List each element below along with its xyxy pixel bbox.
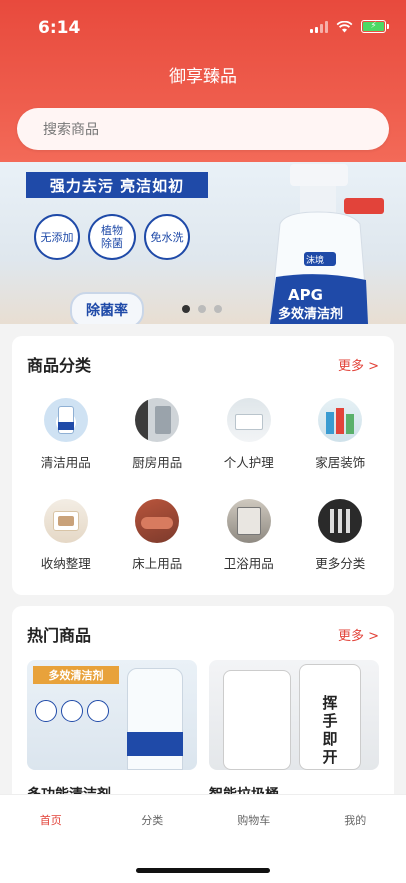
- svg-text:多效清洁剂: 多效清洁剂: [278, 306, 343, 322]
- banner-badge: 免水洗: [144, 214, 190, 260]
- category-item-kitchen[interactable]: 厨房用品: [112, 398, 204, 471]
- home-indicator[interactable]: [136, 868, 270, 873]
- category-more-link[interactable]: 更多 >: [338, 355, 379, 374]
- category-item-bedding[interactable]: 床上用品: [112, 499, 204, 572]
- category-label: 收纳整理: [40, 556, 91, 571]
- page-title: 御享臻品: [169, 67, 237, 87]
- banner-tag: 除菌率: [70, 292, 144, 324]
- category-item-more[interactable]: 更多分类: [295, 499, 387, 572]
- banner-slogan: 强力去污 亮洁如初: [26, 172, 208, 198]
- category-label: 更多分类: [315, 556, 366, 571]
- storage-icon: [43, 499, 88, 543]
- category-item-bathroom[interactable]: 卫浴用品: [203, 499, 295, 572]
- category-label: 清洁用品: [40, 455, 91, 470]
- kitchen-products-icon: [135, 398, 180, 442]
- product-card[interactable]: 多效清洁剂 多功能清洁剂: [27, 660, 197, 804]
- carousel-dot[interactable]: [214, 305, 222, 313]
- category-label: 家居装饰: [315, 455, 366, 470]
- hot-products-section: 热门商品 更多 > 多效清洁剂 多功能清洁剂 挥手即开 智能垃圾桶: [12, 606, 394, 806]
- banner-badge: 植物除菌: [88, 214, 136, 260]
- tab-home[interactable]: 首页: [0, 812, 102, 828]
- category-item-storage[interactable]: 收纳整理: [20, 499, 112, 572]
- header: 6:14 ⚡ 御享臻品 搜索商品: [0, 0, 406, 162]
- wifi-icon: [336, 20, 353, 32]
- banner-badge: 无添加: [34, 214, 80, 260]
- product-image-text: 挥手即开: [322, 694, 338, 766]
- category-label: 床上用品: [132, 556, 183, 571]
- bathroom-icon: [226, 499, 271, 543]
- status-bar: 6:14 ⚡: [0, 0, 406, 52]
- tab-profile[interactable]: 我的: [305, 812, 406, 828]
- tab-category[interactable]: 分类: [102, 812, 204, 828]
- section-title: 商品分类: [27, 356, 92, 375]
- cellular-signal-icon: [310, 20, 328, 33]
- battery-charging-icon: ⚡: [361, 20, 389, 33]
- product-list: 多效清洁剂 多功能清洁剂 挥手即开 智能垃圾桶: [27, 660, 379, 804]
- spray-bottle-image: 沫境 APG 多效清洁剂: [269, 164, 384, 324]
- personal-care-icon: [226, 398, 271, 442]
- status-time: 6:14: [38, 18, 81, 38]
- category-label: 个人护理: [223, 455, 274, 470]
- category-item-cleaning[interactable]: 清洁用品: [20, 398, 112, 471]
- category-item-home-decor[interactable]: 家居装饰: [295, 398, 387, 471]
- product-image: 挥手即开: [209, 660, 379, 770]
- product-card[interactable]: 挥手即开 智能垃圾桶: [209, 660, 379, 804]
- carousel-indicator[interactable]: [182, 305, 222, 313]
- search-input[interactable]: 搜索商品: [17, 108, 389, 150]
- carousel-dot[interactable]: [198, 305, 206, 313]
- promo-banner[interactable]: 强力去污 亮洁如初 无添加 植物除菌 免水洗 除菌率 沫境 APG 多效清洁剂: [0, 162, 406, 324]
- category-item-personal-care[interactable]: 个人护理: [203, 398, 295, 471]
- tab-cart[interactable]: 购物车: [203, 812, 305, 828]
- category-section: 商品分类 更多 > 清洁用品 厨房用品 个人护理 家居装饰 收纳整理 床上用品 …: [12, 336, 394, 595]
- category-grid: 清洁用品 厨房用品 个人护理 家居装饰 收纳整理 床上用品 卫浴用品 更多分类: [20, 398, 386, 572]
- tab-list: 首页 分类 购物车 我的: [0, 795, 406, 845]
- carousel-dot[interactable]: [182, 305, 190, 313]
- product-image-text: 多效清洁剂: [33, 666, 119, 684]
- product-image: 多效清洁剂: [27, 660, 197, 770]
- category-label: 厨房用品: [132, 455, 183, 470]
- bedding-icon: [135, 499, 180, 543]
- category-header: 商品分类 更多 >: [27, 352, 379, 376]
- category-label: 卫浴用品: [223, 556, 274, 571]
- section-title: 热门商品: [27, 626, 92, 645]
- svg-text:APG: APG: [288, 286, 323, 304]
- cleaning-products-icon: [43, 398, 88, 442]
- svg-text:沫境: 沫境: [306, 254, 324, 266]
- more-categories-icon: [318, 499, 363, 543]
- status-icons: ⚡: [310, 20, 389, 33]
- home-decor-icon: [318, 398, 363, 442]
- hot-products-more-link[interactable]: 更多 >: [338, 625, 379, 644]
- hot-products-header: 热门商品 更多 >: [27, 622, 379, 646]
